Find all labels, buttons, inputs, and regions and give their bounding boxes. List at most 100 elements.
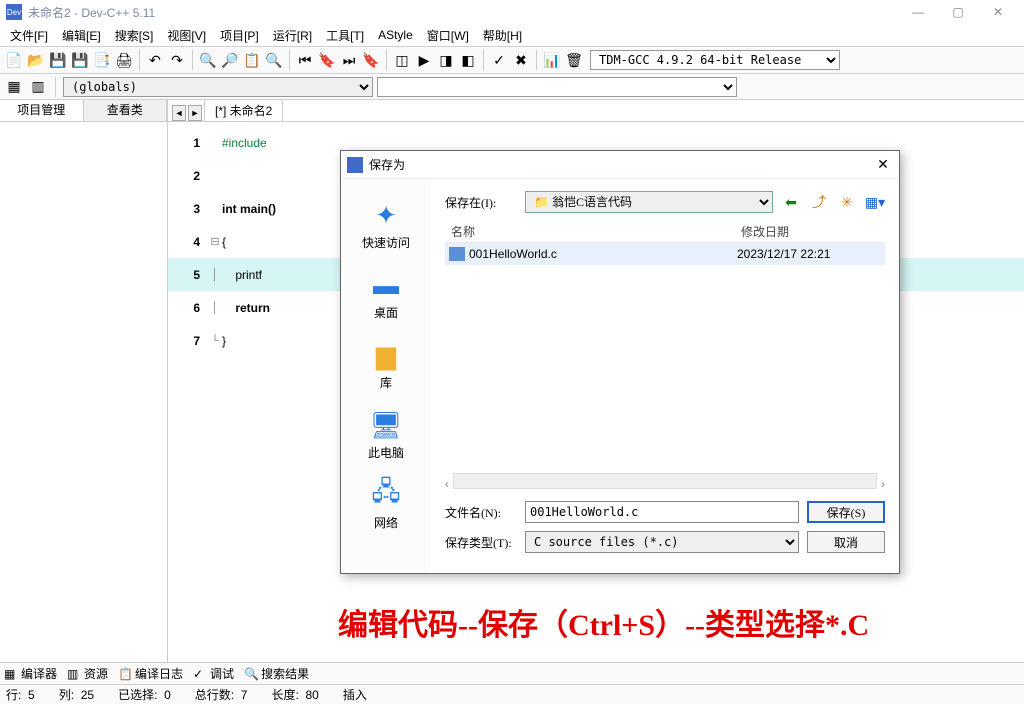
find-files-icon[interactable]: 📋 [242, 50, 262, 70]
file-date: 2023/12/17 22:21 [737, 247, 830, 261]
sidebar: 项目管理 查看类 [0, 100, 168, 662]
filetype-select[interactable]: C source files (*.c) [525, 531, 799, 553]
save-button[interactable]: 保存(S) [807, 501, 885, 523]
resources-icon: ▥ [67, 667, 81, 681]
tab-project[interactable]: 项目管理 [0, 100, 84, 121]
dialog-close-button[interactable]: ✕ [873, 156, 893, 173]
fold-gutter[interactable]: │ [208, 302, 222, 314]
compiler-icon: ▦ [4, 667, 18, 681]
cancel-button[interactable]: 取消 [807, 531, 885, 553]
fold-gutter[interactable]: ⊟ [208, 235, 222, 248]
dialog-body: ✦快速访问▬桌面▆库🖥此电脑🖧网络 保存在(I): 📁 翁恺C语言代码 ⬅ ⤴ … [341, 179, 899, 573]
find-icon[interactable]: 🔍 [198, 50, 218, 70]
separator [536, 50, 537, 70]
tab-next-icon[interactable]: ► [188, 105, 202, 121]
new-file-icon[interactable]: 📄 [4, 50, 24, 70]
menu-view[interactable]: 视图[V] [161, 25, 212, 46]
goto-next-icon[interactable]: ⏭ [339, 50, 359, 70]
menu-project[interactable]: 项目[P] [214, 25, 265, 46]
close-file-icon[interactable]: 📑 [92, 50, 112, 70]
menu-run[interactable]: 运行[R] [267, 25, 318, 46]
titlebar: Dev 未命名2 - Dev-C++ 5.11 — ▢ ✕ [0, 0, 1024, 24]
menu-tools[interactable]: 工具[T] [320, 25, 370, 46]
menu-edit[interactable]: 编辑[E] [56, 25, 107, 46]
tab-compiler[interactable]: ▦编译器 [4, 665, 57, 682]
tab-resources[interactable]: ▥资源 [67, 665, 108, 682]
new-class-icon[interactable]: ▦ [4, 77, 24, 97]
place-网络[interactable]: 🖧网络 [370, 479, 402, 531]
up-icon[interactable]: ⤴ [809, 192, 829, 212]
status-total-lines: 总行数: 7 [195, 686, 248, 703]
menu-help[interactable]: 帮助[H] [477, 25, 528, 46]
find-next-icon[interactable]: 🔍 [264, 50, 284, 70]
goto-prev-icon[interactable]: ⏮ [295, 50, 315, 70]
toolbar-main: 📄 📂 💾 💾 📑 🖨 ↶ ↷ 🔍 🔎 📋 🔍 ⏮ 🔖 ⏭ 🔖 ◫ ▶ ◨ ◧ … [0, 46, 1024, 74]
open-icon[interactable]: 📂 [26, 50, 46, 70]
print-icon[interactable]: 🖨 [114, 50, 134, 70]
menu-window[interactable]: 窗口[W] [421, 25, 475, 46]
rebuild-icon[interactable]: ◧ [458, 50, 478, 70]
fold-gutter[interactable]: │ [208, 269, 222, 281]
redo-icon[interactable]: ↷ [167, 50, 187, 70]
place-此电脑[interactable]: 🖥此电脑 [368, 409, 404, 461]
filetype-label: 保存类型(T): [445, 534, 517, 551]
fold-gutter[interactable]: └ [208, 335, 222, 347]
place-快速访问[interactable]: ✦快速访问 [362, 199, 410, 251]
tab-prev-icon[interactable]: ◄ [172, 105, 186, 121]
run-icon[interactable]: ▶ [414, 50, 434, 70]
separator [192, 50, 193, 70]
savein-label: 保存在(I): [445, 194, 517, 211]
save-all-icon[interactable]: 💾 [70, 50, 90, 70]
separator [386, 50, 387, 70]
file-row[interactable]: 001HelloWorld.c 2023/12/17 22:21 [445, 243, 885, 265]
location-select[interactable]: 📁 翁恺C语言代码 [525, 191, 773, 213]
compile-run-icon[interactable]: ◨ [436, 50, 456, 70]
place-桌面[interactable]: ▬桌面 [370, 269, 402, 321]
horizontal-scrollbar[interactable] [453, 473, 877, 489]
symbol-select[interactable] [377, 77, 737, 97]
menu-file[interactable]: 文件[F] [4, 25, 54, 46]
goto-line-icon[interactable]: 🔖 [361, 50, 381, 70]
debug-icon[interactable]: ✓ [489, 50, 509, 70]
bookmark-icon[interactable]: 🔖 [317, 50, 337, 70]
place-icon: 🖥 [370, 409, 402, 441]
new-folder-icon[interactable]: ✳ [837, 192, 857, 212]
close-button[interactable]: ✕ [978, 5, 1018, 19]
line-number: 5 [168, 268, 208, 282]
line-number: 4 [168, 235, 208, 249]
undo-icon[interactable]: ↶ [145, 50, 165, 70]
line-number: 1 [168, 136, 208, 150]
editor-tabs: ◄ ► [*] 未命名2 [168, 100, 1024, 122]
compile-icon[interactable]: ◫ [392, 50, 412, 70]
stop-icon[interactable]: ✖ [511, 50, 531, 70]
col-name[interactable]: 名称 [445, 221, 735, 242]
file-list[interactable]: 名称 修改日期 001HelloWorld.c 2023/12/17 22:21 [445, 221, 885, 469]
view-menu-icon[interactable]: ▦▾ [865, 192, 885, 212]
tab-compile-log[interactable]: 📋编译日志 [118, 665, 183, 682]
compiler-select[interactable]: TDM-GCC 4.9.2 64-bit Release [590, 50, 840, 70]
tab-classes[interactable]: 查看类 [84, 100, 168, 121]
globals-select[interactable]: (globals) [63, 77, 373, 97]
profile-icon[interactable]: 📊 [542, 50, 562, 70]
code-text: printf [222, 268, 262, 282]
menu-search[interactable]: 搜索[S] [109, 25, 160, 46]
minimize-button[interactable]: — [898, 5, 938, 19]
col-date[interactable]: 修改日期 [735, 221, 795, 242]
line-number: 6 [168, 301, 208, 315]
scroll-right-icon[interactable]: › [881, 477, 885, 491]
tab-debug[interactable]: ✓调试 [193, 665, 234, 682]
place-库[interactable]: ▆库 [370, 339, 402, 391]
status-length: 长度: 80 [271, 686, 318, 703]
save-icon[interactable]: 💾 [48, 50, 68, 70]
new-other-icon[interactable]: ▥ [28, 77, 48, 97]
menu-astyle[interactable]: AStyle [372, 26, 419, 44]
delete-profile-icon[interactable]: 🗑 [564, 50, 584, 70]
editor-tab[interactable]: [*] 未命名2 [204, 99, 283, 121]
replace-icon[interactable]: 🔎 [220, 50, 240, 70]
back-icon[interactable]: ⬅ [781, 192, 801, 212]
scroll-left-icon[interactable]: ‹ [445, 477, 449, 491]
maximize-button[interactable]: ▢ [938, 5, 978, 19]
filename-input[interactable] [525, 501, 799, 523]
tab-search-results[interactable]: 🔍搜索结果 [244, 665, 309, 682]
dialog-titlebar: 保存为 ✕ [341, 151, 899, 179]
